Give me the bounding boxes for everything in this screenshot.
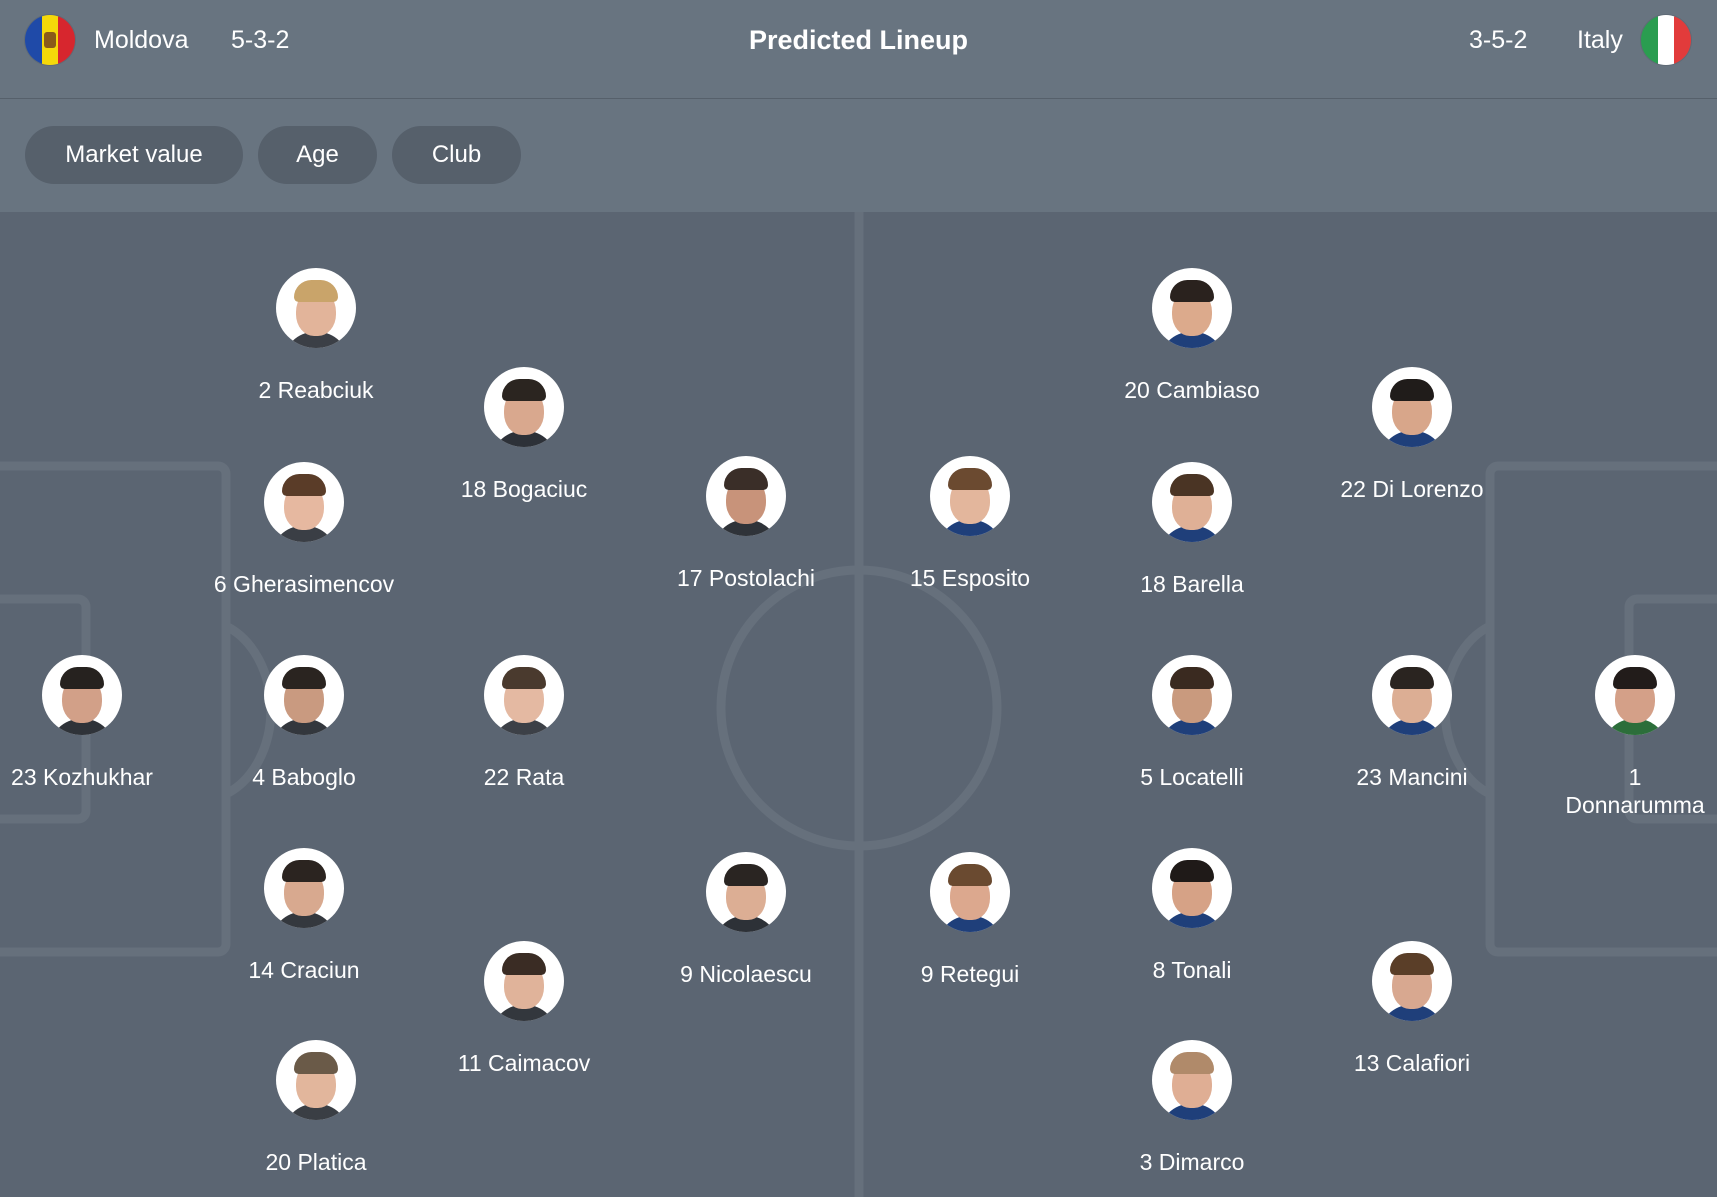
player-photo — [276, 268, 356, 348]
player-photo — [1372, 367, 1452, 447]
player-name: 14 Craciun — [248, 957, 360, 983]
player-card[interactable]: 20 Cambiaso — [1072, 268, 1312, 404]
player-card[interactable]: 17 Postolachi — [626, 456, 866, 592]
player-photo — [1372, 941, 1452, 1021]
player-name: 2 Reabciuk — [258, 377, 374, 403]
player-name: 23 Kozhukhar — [11, 764, 153, 790]
player-photo — [1152, 462, 1232, 542]
player-name: 15 Esposito — [909, 565, 1031, 591]
player-name: 22 Di Lorenzo — [1340, 476, 1484, 502]
player-photo — [264, 848, 344, 928]
player-card[interactable]: 6 Gherasimencov — [184, 462, 424, 598]
player-card[interactable]: 5 Locatelli — [1072, 655, 1312, 791]
player-photo — [930, 456, 1010, 536]
player-name: 11 Caimacov — [457, 1050, 591, 1076]
age-filter-button[interactable]: Age — [258, 126, 377, 184]
player-card[interactable]: 2 Reabciuk — [196, 268, 436, 404]
player-name: 23 Mancini — [1356, 764, 1468, 790]
player-photo — [930, 852, 1010, 932]
player-card[interactable]: 9 Nicolaescu — [626, 852, 866, 988]
player-photo — [1152, 655, 1232, 735]
italy-flag-icon — [1641, 15, 1691, 65]
player-card[interactable]: 1 Donnarumma — [1515, 655, 1717, 819]
player-card[interactable]: 14 Craciun — [184, 848, 424, 984]
player-photo — [264, 462, 344, 542]
player-photo — [42, 655, 122, 735]
player-card[interactable]: 22 Rata — [404, 655, 644, 791]
player-name: 18 Barella — [1140, 571, 1244, 597]
player-name: 17 Postolachi — [676, 565, 816, 591]
player-photo — [1595, 655, 1675, 735]
player-name: 6 Gherasimencov — [213, 571, 395, 597]
player-name: 18 Bogaciuc — [460, 476, 588, 502]
away-formation: 3-5-2 — [1469, 26, 1528, 54]
player-photo — [264, 655, 344, 735]
player-name: 20 Cambiaso — [1124, 377, 1260, 403]
player-name: 3 Dimarco — [1139, 1149, 1245, 1175]
lineup-header: Moldova 5-3-2 Predicted Lineup 3-5-2 Ita… — [0, 0, 1717, 99]
player-card[interactable]: 3 Dimarco — [1072, 1040, 1312, 1176]
player-card[interactable]: 13 Calafiori — [1292, 941, 1532, 1077]
page-title: Predicted Lineup — [748, 25, 969, 55]
player-card[interactable]: 23 Mancini — [1292, 655, 1532, 791]
club-filter-button[interactable]: Club — [392, 126, 521, 184]
player-photo — [1152, 1040, 1232, 1120]
player-card[interactable]: 22 Di Lorenzo — [1292, 367, 1532, 503]
player-card[interactable]: 11 Caimacov — [404, 941, 644, 1077]
player-name: 9 Nicolaescu — [680, 961, 812, 987]
player-card[interactable]: 23 Kozhukhar — [0, 655, 202, 791]
pitch: 2 Reabciuk 18 Bogaciuc 6 Gherasimencov 1… — [0, 212, 1717, 1197]
player-photo — [706, 852, 786, 932]
player-card[interactable]: 9 Retegui — [850, 852, 1090, 988]
player-card[interactable]: 15 Esposito — [850, 456, 1090, 592]
away-team-name: Italy — [1577, 26, 1623, 54]
player-name: 9 Retegui — [920, 961, 1020, 987]
player-photo — [484, 655, 564, 735]
player-name: 22 Rata — [483, 764, 565, 790]
player-name: 13 Calafiori — [1353, 1050, 1471, 1076]
player-card[interactable]: 20 Platica — [196, 1040, 436, 1176]
player-card[interactable]: 4 Baboglo — [184, 655, 424, 791]
player-name: 8 Tonali — [1152, 957, 1232, 983]
player-photo — [706, 456, 786, 536]
player-photo — [484, 941, 564, 1021]
player-name: 20 Platica — [265, 1149, 367, 1175]
player-photo — [484, 367, 564, 447]
player-card[interactable]: 18 Bogaciuc — [404, 367, 644, 503]
player-photo — [276, 1040, 356, 1120]
player-name: 5 Locatelli — [1140, 764, 1244, 790]
player-photo — [1372, 655, 1452, 735]
player-name: 1 Donnarumma — [1565, 764, 1705, 818]
player-name: 4 Baboglo — [252, 764, 356, 790]
market-value-filter-button[interactable]: Market value — [25, 126, 243, 184]
filter-bar: Market value Age Club — [0, 99, 1717, 212]
player-photo — [1152, 848, 1232, 928]
player-photo — [1152, 268, 1232, 348]
player-card[interactable]: 8 Tonali — [1072, 848, 1312, 984]
player-card[interactable]: 18 Barella — [1072, 462, 1312, 598]
